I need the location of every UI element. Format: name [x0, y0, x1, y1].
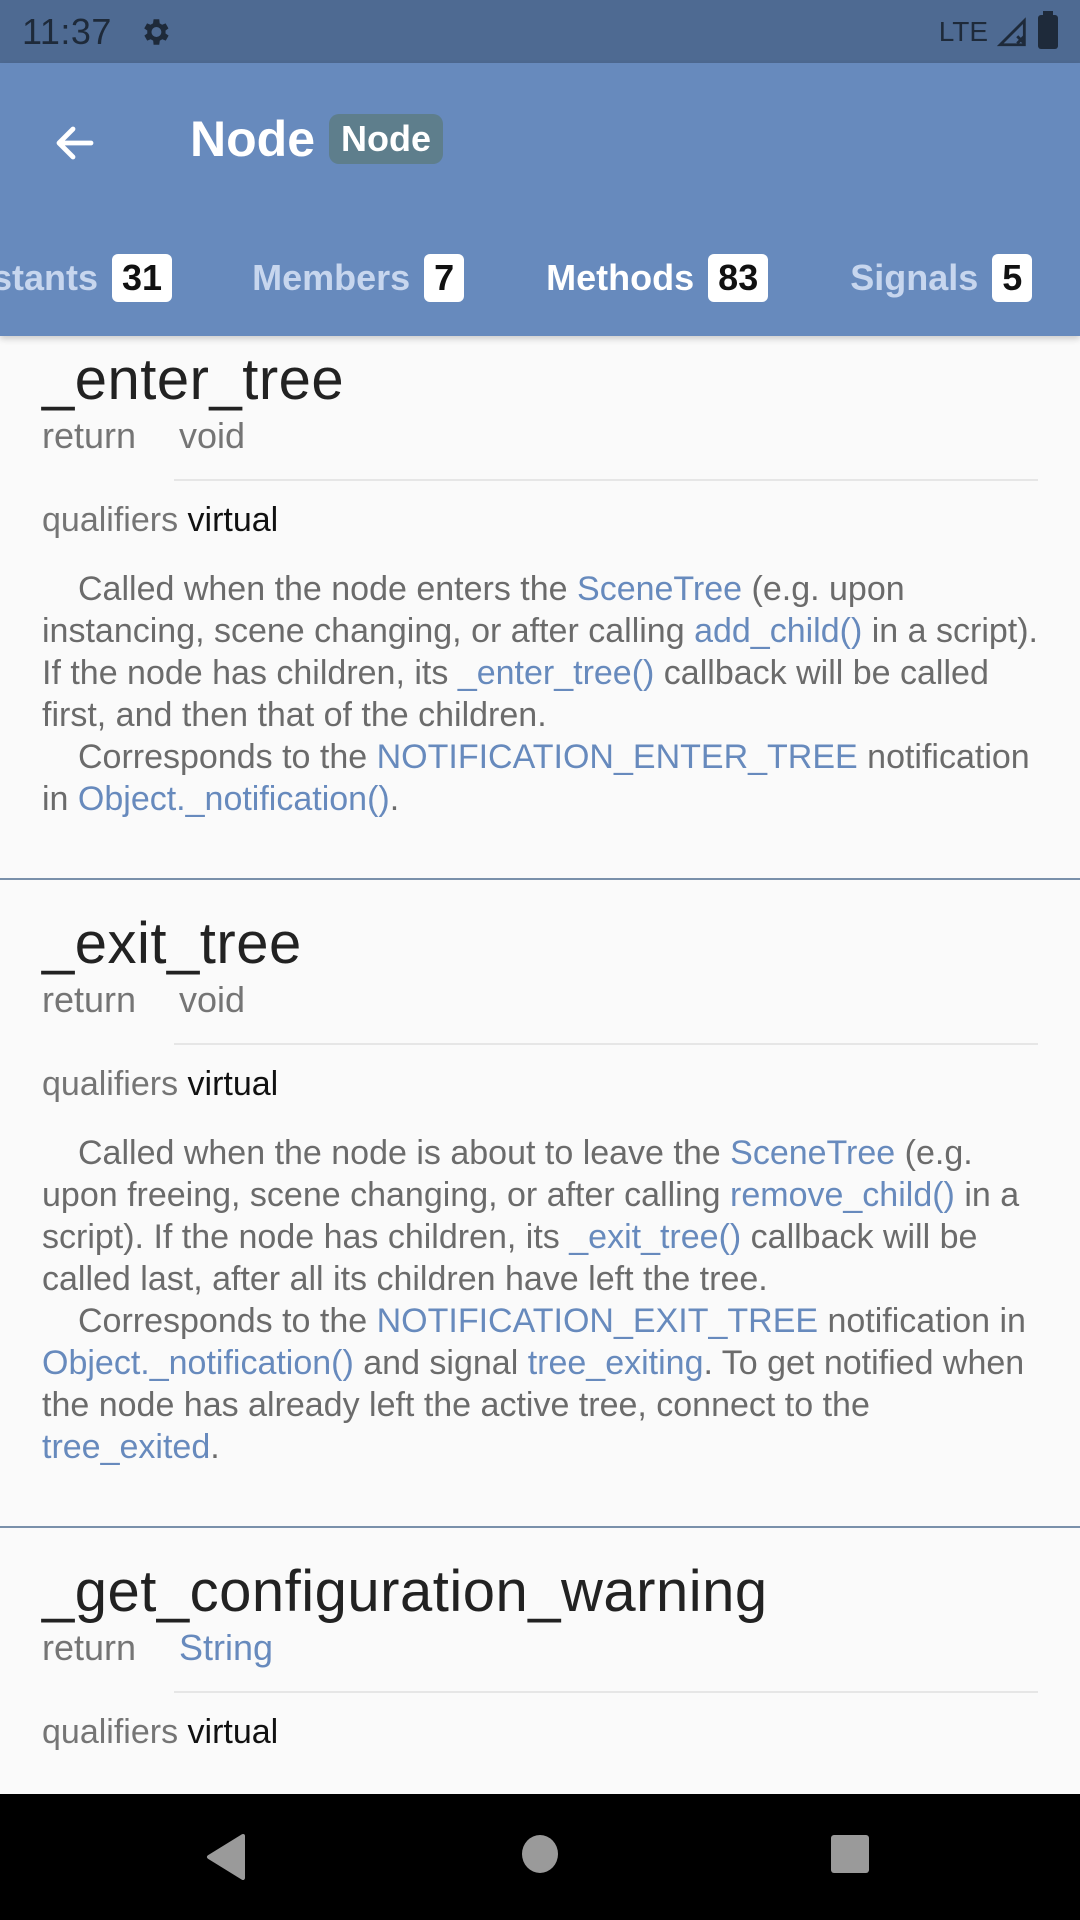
qualifiers-value: virtual — [187, 501, 279, 539]
link-notification-exit-tree[interactable]: NOTIFICATION_EXIT_TREE — [377, 1302, 818, 1340]
tab-methods[interactable]: Methods 83 — [546, 254, 769, 302]
gear-icon — [144, 18, 169, 45]
arrow-left-icon — [56, 126, 94, 160]
divider — [174, 479, 1038, 481]
method-name: _get_configuration_warning — [42, 1559, 768, 1624]
description-paragraph: Called when the node is about to leave t… — [42, 1132, 1038, 1300]
tab-constants[interactable]: stants 31 — [0, 254, 173, 302]
link-object-notification[interactable]: Object._notification() — [78, 780, 390, 818]
qualifiers-row: qualifiers virtual — [42, 1065, 1038, 1104]
qualifiers-label: qualifiers — [42, 501, 179, 539]
status-time: 11:37 — [22, 10, 112, 52]
tab-count-badge: 83 — [708, 254, 769, 302]
methods-list[interactable]: _enter_tree return void qualifiers virtu… — [0, 336, 1080, 1794]
tab-signals[interactable]: Signals 5 — [850, 254, 1033, 302]
link-scenetree[interactable]: SceneTree — [730, 1134, 895, 1172]
description-paragraph: Corresponds to the NOTIFICATION_ENTER_TR… — [42, 736, 1038, 820]
page-title: Node — [190, 111, 315, 167]
return-type-link[interactable]: String — [179, 1627, 273, 1669]
signal-icon — [996, 16, 1026, 46]
tab-count-badge: 7 — [424, 254, 465, 302]
system-nav-bar — [0, 1794, 1080, 1920]
class-badge: Node — [329, 114, 443, 164]
link-object-notification[interactable]: Object._notification() — [42, 1344, 354, 1382]
method-item: _get_configuration_warning return String… — [0, 1528, 1080, 1752]
method-name: _exit_tree — [42, 911, 302, 976]
tab-label: Methods — [546, 257, 695, 298]
link-add-child[interactable]: add_child() — [694, 612, 862, 650]
qualifiers-value: virtual — [187, 1713, 279, 1751]
tab-members[interactable]: Members 7 — [252, 254, 465, 302]
qualifiers-row: qualifiers virtual — [42, 501, 1038, 540]
home-circle-icon[interactable] — [520, 1834, 560, 1874]
text: Corresponds to the — [78, 1302, 377, 1340]
link-remove-child[interactable]: remove_child() — [730, 1176, 955, 1214]
tab-label: Signals — [850, 257, 979, 298]
method-description: Called when the node enters the SceneTre… — [42, 568, 1038, 820]
back-button[interactable] — [40, 108, 110, 178]
network-type: LTE — [938, 15, 988, 47]
divider — [174, 1691, 1038, 1693]
tab-label: Members — [252, 257, 411, 298]
qualifiers-value: virtual — [187, 1065, 279, 1103]
tab-label: stants — [0, 257, 99, 298]
description-paragraph: Called when the node enters the SceneTre… — [42, 568, 1038, 736]
return-label: return — [42, 415, 137, 456]
text: Called when the node enters the — [78, 570, 578, 608]
text: notification in — [818, 1302, 1026, 1340]
link-tree-exiting[interactable]: tree_exiting — [528, 1344, 704, 1382]
link-exit-tree[interactable]: _exit_tree() — [569, 1218, 741, 1256]
link-enter-tree[interactable]: _enter_tree() — [458, 654, 655, 692]
method-description: Called when the node is about to leave t… — [42, 1132, 1038, 1468]
text: . — [389, 780, 400, 818]
qualifiers-label: qualifiers — [42, 1713, 179, 1751]
link-notification-enter-tree[interactable]: NOTIFICATION_ENTER_TREE — [377, 738, 858, 776]
battery-icon — [1038, 10, 1058, 49]
return-type: void — [179, 415, 246, 456]
text: Corresponds to the — [78, 738, 377, 776]
tab-count-badge: 31 — [112, 254, 173, 302]
tab-bar: stants 31 Members 7 Methods 83 Signals 5 — [0, 243, 1033, 313]
return-label: return — [42, 979, 137, 1020]
return-label: return — [42, 1627, 137, 1668]
method-item: _enter_tree return void qualifiers virtu… — [0, 336, 1080, 880]
description-paragraph: Corresponds to the NOTIFICATION_EXIT_TRE… — [42, 1300, 1038, 1468]
recents-square-icon[interactable] — [830, 1834, 870, 1874]
title-row: Node Node — [190, 110, 443, 168]
divider — [174, 1043, 1038, 1045]
app-bar: Node Node stants 31 Members 7 Methods 83… — [0, 63, 1080, 336]
tab-count-badge: 5 — [992, 254, 1033, 302]
status-bar: 11:37 LTE — [0, 0, 1080, 63]
link-scenetree[interactable]: SceneTree — [577, 570, 742, 608]
text: and signal — [353, 1344, 528, 1382]
return-row: return void — [42, 415, 1038, 457]
qualifiers-row: qualifiers virtual — [42, 1713, 1038, 1752]
text: . — [210, 1428, 220, 1466]
method-item: _exit_tree return void qualifiers virtua… — [0, 880, 1080, 1528]
link-tree-exited[interactable]: tree_exited — [42, 1428, 210, 1466]
qualifiers-label: qualifiers — [42, 1065, 179, 1103]
return-row: return void — [42, 979, 1038, 1021]
return-type: void — [179, 979, 246, 1020]
text: Called when the node is about to leave t… — [78, 1134, 731, 1172]
back-triangle-icon[interactable] — [205, 1834, 245, 1880]
return-row: return String — [42, 1627, 1038, 1669]
method-name: _enter_tree — [42, 347, 345, 412]
